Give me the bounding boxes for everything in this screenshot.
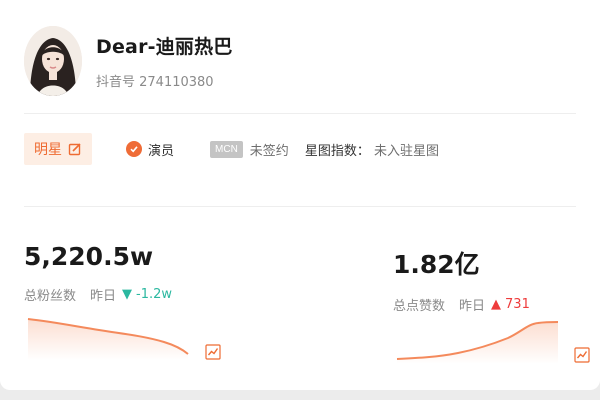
divider-top xyxy=(24,113,576,114)
divider-bottom xyxy=(24,206,576,207)
avatar-portrait xyxy=(24,26,82,96)
profile-info: Dear-迪丽热巴 抖音号 274110380 xyxy=(96,32,233,90)
douyin-id: 抖音号 274110380 xyxy=(96,75,214,90)
xingtu-value: 未入驻星图 xyxy=(373,143,439,159)
account-name: Dear-迪丽热巴 xyxy=(96,36,233,58)
edit-icon[interactable] xyxy=(68,142,82,156)
profile-header: Dear-迪丽热巴 抖音号 274110380 xyxy=(24,26,233,96)
mcn-badge: MCN xyxy=(210,140,243,158)
followers-meta: 总粉丝数 昨日 ▼ -1.2w xyxy=(24,285,172,304)
trend-chart-icon[interactable] xyxy=(574,347,590,363)
followers-sparkline xyxy=(27,318,189,360)
mcn-status: MCN 未签约 xyxy=(210,140,289,159)
likes-change-arrow: ▲ xyxy=(491,297,502,312)
followers-value: 5,220.5w xyxy=(24,242,154,271)
followers-label: 总粉丝数 xyxy=(24,289,77,304)
category-tag[interactable]: 明星 xyxy=(24,133,92,165)
likes-sparkline xyxy=(396,321,559,364)
avatar[interactable] xyxy=(24,26,82,96)
likes-value: 1.82亿 xyxy=(393,250,480,279)
category-tag-label: 明星 xyxy=(34,142,62,158)
xingtu-label: 星图指数： xyxy=(304,143,370,159)
followers-change-arrow: ▼ xyxy=(122,287,133,302)
role-tag: 演员 xyxy=(126,140,174,159)
likes-label: 总点赞数 xyxy=(393,299,446,314)
followers-yesterday-label: 昨日 xyxy=(90,289,117,304)
trend-chart-icon[interactable] xyxy=(205,344,221,360)
role-label: 演员 xyxy=(148,143,175,159)
xingtu-index: 星图指数： 未入驻星图 xyxy=(305,140,439,159)
check-circle-icon xyxy=(126,141,142,157)
mcn-status-label: 未签约 xyxy=(249,143,289,159)
likes-meta: 总点赞数 昨日 ▲ 731 xyxy=(393,295,530,314)
account-card: Dear-迪丽热巴 抖音号 274110380 明星 演员 MCN 未签约 星图… xyxy=(0,0,600,390)
likes-change: 731 xyxy=(505,297,530,312)
likes-yesterday-label: 昨日 xyxy=(459,299,486,314)
followers-change: -1.2w xyxy=(136,287,173,302)
tag-row: 明星 演员 MCN 未签约 星图指数： 未入驻星图 xyxy=(24,133,439,165)
followers-stat: 5,220.5w 总粉丝数 昨日 ▼ -1.2w xyxy=(24,242,172,304)
likes-stat: 1.82亿 总点赞数 昨日 ▲ 731 xyxy=(393,245,530,314)
